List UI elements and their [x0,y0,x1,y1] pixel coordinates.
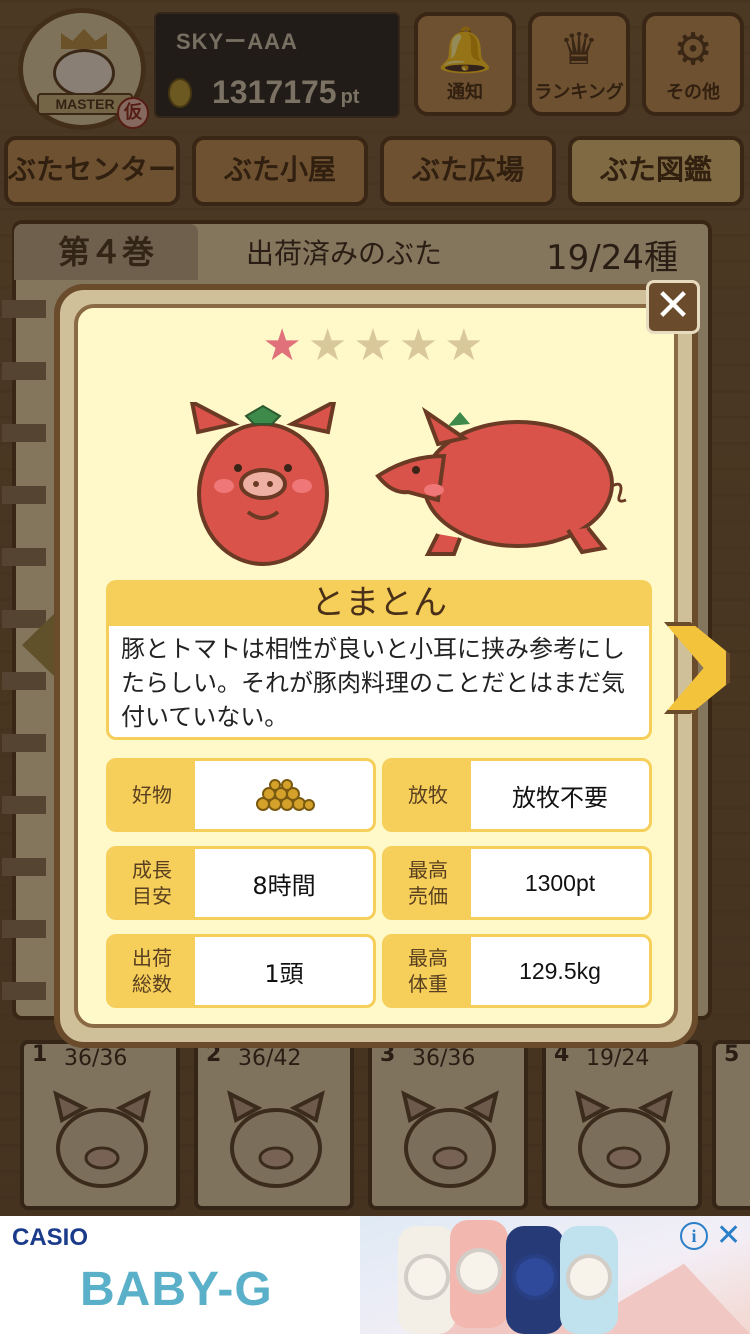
shipped-total-cell: 出荷 総数 1頭 [106,934,376,1008]
star-empty-icon: ★ [398,320,445,371]
ad-close-icon[interactable]: ✕ [716,1218,741,1253]
favorite-food-value [195,761,373,829]
pig-description: 豚とトマトは相性が良いと小耳に挟み参考にしたらしい。それが豚肉料理のことだとはま… [106,626,652,740]
shipped-total-value: 1頭 [264,959,304,988]
max-weight-value: 129.5kg [519,957,601,984]
favorite-food-cell: 好物 [106,758,376,832]
growth-time-label: 成長 目安 [109,849,195,917]
max-price-cell: 最高 売価 1300pt [382,846,652,920]
grazing-label: 放牧 [385,761,471,829]
watch-image [506,1226,564,1334]
max-weight-label: 最高 体重 [385,937,471,1005]
pig-detail-modal: ★★★★★ とまとん 豚とトマトは相性が良いと小耳に挟み参考にしたらしい。それが… [54,284,698,1048]
pig-side-illustration [375,406,627,556]
star-empty-icon: ★ [307,320,354,371]
close-modal-button[interactable]: ✕ [646,280,700,334]
pig-name: とまとん [106,580,652,628]
favorite-food-label: 好物 [109,761,195,829]
grazing-cell: 放牧 放牧不要 [382,758,652,832]
watch-image [560,1226,618,1334]
star-empty-icon: ★ [444,320,490,371]
feed-pellets-icon [256,779,315,811]
max-price-value: 1300pt [524,869,596,896]
max-price-label: 最高 売価 [385,849,471,917]
growth-time-cell: 成長 目安 8時間 [106,846,376,920]
watch-image [398,1226,456,1334]
pig-detail-card: ★★★★★ とまとん 豚とトマトは相性が良いと小耳に挟み参考にしたらしい。それが… [74,304,678,1028]
rarity-stars: ★★★★★ [78,320,674,371]
shipped-total-label: 出荷 総数 [109,937,195,1005]
ad-banner[interactable]: CASIO BABY-G i ✕ [0,1216,750,1334]
pig-front-illustration [189,402,337,566]
growth-time-value: 8時間 [252,871,316,900]
grazing-value: 放牧不要 [512,783,608,812]
star-filled-icon: ★ [262,320,308,371]
ad-brand: CASIO [12,1224,89,1251]
max-weight-cell: 最高 体重 129.5kg [382,934,652,1008]
watch-image [450,1220,508,1328]
ad-product-name: BABY-G [80,1263,273,1316]
ad-info-icon[interactable]: i [680,1222,708,1250]
close-icon: ✕ [654,280,692,331]
star-empty-icon: ★ [353,320,399,371]
